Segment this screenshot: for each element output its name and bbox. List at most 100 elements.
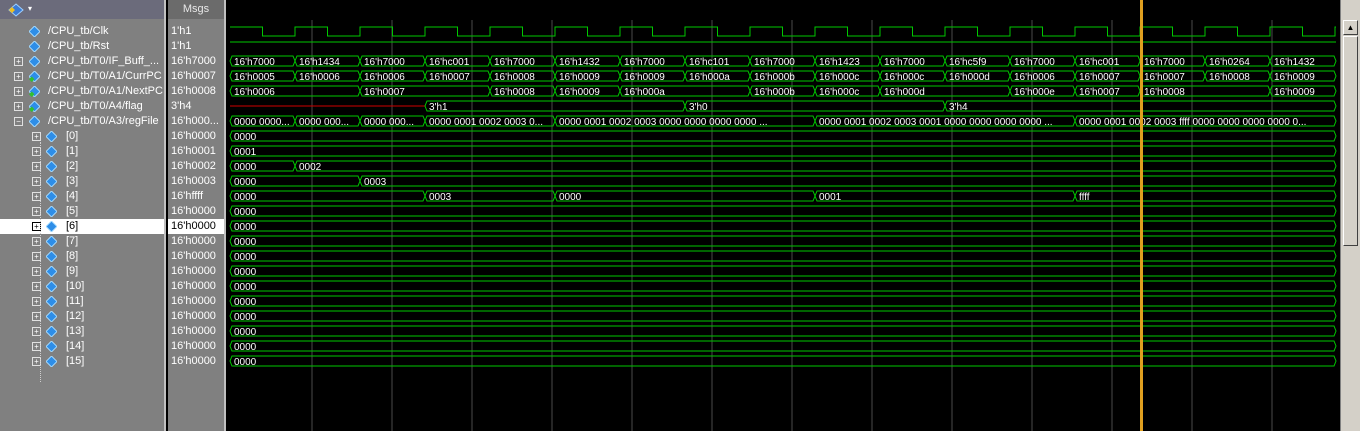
signal-value-row: 16'h0007 <box>168 69 224 84</box>
signal-row-sig-6[interactable]: − /CPU_tb/T0/A3/regFile <box>0 114 164 129</box>
signal-row-sig-4[interactable]: + /CPU_tb/T0/A1/NextPC <box>0 84 164 99</box>
expand-icon[interactable]: + <box>14 57 23 66</box>
signal-value: 16'h7000 <box>171 55 216 67</box>
signal-row-regfile-10[interactable]: + [10] <box>0 279 164 294</box>
signal-name: [0] <box>66 130 79 142</box>
bus-segment <box>294 160 1337 172</box>
signal-value-row: 16'h0000 <box>168 234 224 249</box>
bus-value-label: 0002 <box>299 162 322 173</box>
bus-value-label: 16'h0009 <box>559 87 600 98</box>
signal-row-regfile-9[interactable]: + [9] <box>0 264 164 279</box>
bus-value-label: 0000 0001 0002 0003 ffff 0000 0000 0000 … <box>1079 117 1306 128</box>
signal-row-sig-3[interactable]: + /CPU_tb/T0/A1/CurrPC <box>0 69 164 84</box>
scroll-thumb[interactable] <box>1343 36 1358 246</box>
signal-row-sig-5[interactable]: + /CPU_tb/T0/A4/flag <box>0 99 164 114</box>
signal-row-regfile-12[interactable]: + [12] <box>0 309 164 324</box>
signal-row-regfile-2[interactable]: + [2] <box>0 159 164 174</box>
signal-diamond-icon <box>45 355 58 368</box>
signal-diamond-icon <box>45 340 58 353</box>
expand-icon[interactable]: + <box>14 102 23 111</box>
collapse-icon[interactable]: − <box>14 117 23 126</box>
signal-row-regfile-4[interactable]: + [4] <box>0 189 164 204</box>
signal-row-regfile-11[interactable]: + [11] <box>0 294 164 309</box>
bus-value-label: 16'h000b <box>754 72 795 83</box>
bus-value-label: 16'h1434 <box>299 57 340 68</box>
signal-name: [7] <box>66 235 79 247</box>
signal-value: 16'h0000 <box>171 205 216 217</box>
waveform-window: ▾ /CPU_tb/Clk/CPU_tb/Rst + /CPU_tb/T0/IF_B… <box>0 0 1360 431</box>
bus-value-label: 16'h0007 <box>1079 72 1120 83</box>
bus-segment <box>229 340 1337 352</box>
bus-segment <box>229 190 426 202</box>
bus-segment <box>229 265 1337 277</box>
signal-row-regfile-0[interactable]: + [0] <box>0 129 164 144</box>
signal-value-row: 3'h4 <box>168 99 224 114</box>
signal-row-regfile-14[interactable]: + [14] <box>0 339 164 354</box>
values-header: Msgs <box>168 0 224 20</box>
bus-value-label: 16'h0007 <box>364 87 405 98</box>
signal-value: 16'h0000 <box>171 130 216 142</box>
signal-diamond-icon <box>28 25 41 38</box>
bus-value-label: 16'h7000 <box>1014 57 1055 68</box>
bus-value-label: 16'h0008 <box>1209 72 1250 83</box>
signal-value-row: 16'h0008 <box>168 84 224 99</box>
signal-row-regfile-13[interactable]: + [13] <box>0 324 164 339</box>
signal-value: 16'h0000 <box>171 310 216 322</box>
signal-row-regfile-3[interactable]: + [3] <box>0 174 164 189</box>
bus-segment <box>229 250 1337 262</box>
bus-value-label: 16'h000e <box>1014 87 1055 98</box>
signal-row-regfile-15[interactable]: + [15] <box>0 354 164 369</box>
bus-segment <box>554 190 816 202</box>
signal-value: 16'h0003 <box>171 175 216 187</box>
signal-value-row: 16'h0000 <box>168 219 224 234</box>
signal-value: 16'h0000 <box>171 340 216 352</box>
signal-row-regfile-1[interactable]: + [1] <box>0 144 164 159</box>
bus-segment <box>229 145 1337 157</box>
signal-name: [11] <box>66 295 84 307</box>
bus-value-label: 0000 0001 0002 0003 0001 0000 0000 0000 … <box>819 117 1053 128</box>
wave-signal-icon[interactable] <box>8 3 24 17</box>
signal-row-sig-0[interactable]: /CPU_tb/Clk <box>0 24 164 39</box>
bus-value-label: 0000 <box>234 297 257 308</box>
bus-value-label: 16'hc001 <box>429 57 470 68</box>
signal-row-regfile-8[interactable]: + [8] <box>0 249 164 264</box>
signal-value-row: 16'h000... <box>168 114 224 129</box>
bus-value-label: 16'h0009 <box>1274 87 1315 98</box>
chevron-down-icon[interactable]: ▾ <box>28 4 32 13</box>
signal-diamond-icon <box>45 145 58 158</box>
signal-diamond-icon <box>45 175 58 188</box>
signal-name: [10] <box>66 280 85 292</box>
signal-diamond-icon <box>45 130 58 143</box>
expand-icon[interactable]: + <box>14 87 23 96</box>
bus-value-label: 0000 000... <box>364 117 414 128</box>
signal-row-regfile-5[interactable]: + [5] <box>0 204 164 219</box>
signal-row-regfile-6[interactable]: + [6] <box>0 219 164 234</box>
bus-value-label: 16'h0009 <box>1274 72 1315 83</box>
vertical-scrollbar[interactable]: ▲ <box>1340 0 1360 431</box>
bus-value-label: 16'h000c <box>819 72 859 83</box>
signal-row-regfile-7[interactable]: + [7] <box>0 234 164 249</box>
signal-row-sig-2[interactable]: + /CPU_tb/T0/IF_Buff_... <box>0 54 164 69</box>
bus-value-label: 16'h7000 <box>364 57 405 68</box>
waveform-canvas[interactable]: 16'h7000 16'h1434 16'h7000 16'hc001 16'h7000… <box>226 0 1340 431</box>
signal-name: /CPU_tb/Rst <box>48 40 110 52</box>
signal-diamond-icon <box>45 205 58 218</box>
bus-value-label: 16'h000c <box>884 72 924 83</box>
bus-value-label: 16'h0008 <box>494 72 535 83</box>
signal-value-row: 16'h0000 <box>168 339 224 354</box>
expand-icon[interactable]: + <box>32 132 41 141</box>
signal-diamond-icon <box>28 115 41 128</box>
expand-icon[interactable]: + <box>14 72 23 81</box>
bus-value-label: 16'h0006 <box>299 72 340 83</box>
msgs-label: Msgs <box>182 3 210 15</box>
signal-value-row: 16'h7000 <box>168 54 224 69</box>
bus-segment <box>424 100 686 112</box>
signal-row-sig-1[interactable]: /CPU_tb/Rst <box>0 39 164 54</box>
signal-value-row: 16'h0000 <box>168 294 224 309</box>
bus-value-label: 0000 <box>234 177 257 188</box>
signal-name: [9] <box>66 265 79 277</box>
bus-value-label: 0000 0001 0002 0003 0... <box>429 117 543 128</box>
scroll-up-button[interactable]: ▲ <box>1343 20 1358 35</box>
clk-wave <box>230 26 1336 37</box>
bus-value-label: 16'hc101 <box>689 57 730 68</box>
